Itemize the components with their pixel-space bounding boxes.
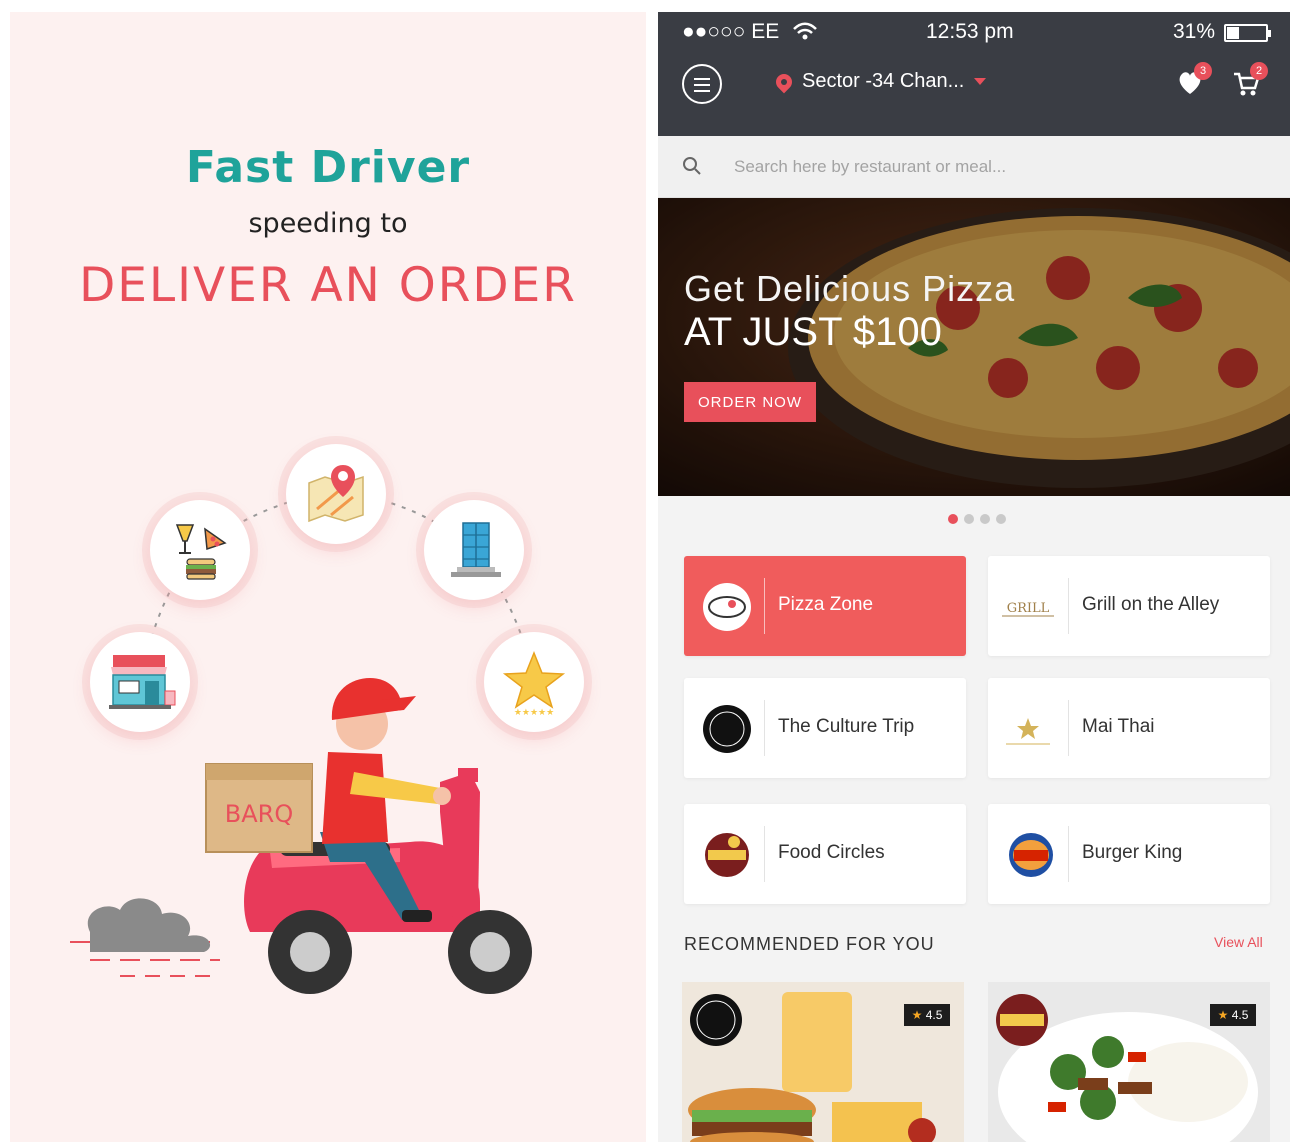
rating-value: 4.5 bbox=[925, 1008, 943, 1022]
rating-badge: ★ 4.5 bbox=[1210, 1004, 1256, 1026]
restaurant-name: Grill on the Alley bbox=[1082, 594, 1220, 615]
wifi-icon bbox=[793, 22, 817, 40]
location-pin-icon bbox=[772, 70, 796, 93]
banner-headline: Get Delicious Pizza bbox=[684, 268, 1016, 309]
chevron-down-icon bbox=[974, 78, 987, 85]
food-circles-logo bbox=[994, 992, 1050, 1048]
restaurant-name: The Culture Trip bbox=[778, 716, 915, 737]
search-icon bbox=[683, 157, 701, 175]
rating-badge: ★ 4.5 bbox=[904, 1004, 950, 1026]
carousel-dots bbox=[948, 514, 1006, 524]
location-selector[interactable]: Sector -34 Chan... bbox=[772, 70, 987, 93]
battery-percent: 31% bbox=[1173, 20, 1216, 43]
promo-panel: Fast Driver speeding to DELIVER AN ORDER bbox=[10, 12, 646, 1142]
restaurant-card-mai-thai[interactable]: Mai Thai bbox=[988, 678, 1270, 778]
star-icon: ★ bbox=[1217, 1008, 1229, 1022]
restaurant-name: Food Circles bbox=[778, 842, 885, 863]
search-input[interactable] bbox=[734, 150, 1254, 184]
carousel-dot[interactable] bbox=[980, 514, 990, 524]
battery-icon bbox=[1224, 24, 1271, 42]
wishlist-badge: 3 bbox=[1194, 62, 1212, 80]
carousel-dot[interactable] bbox=[964, 514, 974, 524]
cart-badge: 2 bbox=[1250, 62, 1268, 80]
battery-level bbox=[1227, 27, 1239, 39]
restaurant-name: Mai Thai bbox=[1082, 716, 1155, 737]
restaurant-card-burger-king[interactable]: Burger King bbox=[988, 804, 1270, 904]
cart-button[interactable]: 2 bbox=[1232, 62, 1268, 98]
card-divider bbox=[1068, 826, 1069, 882]
mai-thai-logo bbox=[998, 704, 1058, 754]
menu-icon-line bbox=[694, 84, 710, 86]
app-header: ●●○○○ EE 12:53 pm 31% Sector -34 Chan... bbox=[658, 12, 1290, 136]
card-divider bbox=[764, 700, 765, 756]
restaurant-card-pizza-zone[interactable]: Pizza Zone bbox=[684, 556, 966, 656]
restaurant-card-food-circles[interactable]: Food Circles bbox=[684, 804, 966, 904]
carousel-dot[interactable] bbox=[948, 514, 958, 524]
rating-value: 4.5 bbox=[1231, 1008, 1249, 1022]
culture-trip-logo bbox=[702, 704, 752, 754]
search-bar bbox=[658, 136, 1290, 198]
view-all-link[interactable]: View All bbox=[1214, 934, 1263, 950]
burger-king-logo bbox=[1006, 830, 1056, 880]
menu-icon bbox=[694, 78, 710, 80]
card-divider bbox=[1068, 578, 1069, 634]
delivery-rider-illustration bbox=[87, 678, 532, 994]
menu-button[interactable] bbox=[682, 64, 722, 104]
pizza-zone-logo bbox=[702, 582, 752, 632]
order-now-button[interactable]: ORDER NOW bbox=[684, 382, 816, 422]
food-circles-logo bbox=[702, 830, 752, 880]
grill-on-the-alley-logo: GRILL bbox=[998, 582, 1058, 632]
status-bar: ●●○○○ EE 12:53 pm 31% bbox=[658, 16, 1290, 46]
wishlist-button[interactable]: 3 bbox=[1176, 62, 1212, 98]
card-divider bbox=[764, 826, 765, 882]
recommended-card[interactable]: ★ 4.5 bbox=[682, 982, 964, 1142]
culture-trip-logo bbox=[688, 992, 744, 1048]
restaurant-card-grill-on-the-alley[interactable]: GRILL Grill on the Alley bbox=[988, 556, 1270, 656]
promo-banner[interactable]: Get Delicious Pizza AT JUST $100 ORDER N… bbox=[658, 198, 1290, 496]
card-divider bbox=[1068, 700, 1069, 756]
star-icon: ★ bbox=[911, 1008, 923, 1022]
banner-price: AT JUST $100 bbox=[684, 310, 942, 354]
recommended-heading: RECOMMENDED FOR YOU bbox=[684, 934, 935, 954]
svg-text:GRILL: GRILL bbox=[1007, 601, 1050, 616]
card-divider bbox=[764, 578, 765, 634]
location-label: Sector -34 Chan... bbox=[802, 70, 965, 92]
phone-screen: ●●○○○ EE 12:53 pm 31% Sector -34 Chan... bbox=[658, 12, 1290, 1142]
box-label: BARQ bbox=[224, 800, 294, 828]
recommended-card[interactable]: ★ 4.5 bbox=[988, 982, 1270, 1142]
carousel-dot[interactable] bbox=[996, 514, 1006, 524]
restaurant-name: Pizza Zone bbox=[778, 594, 874, 615]
restaurant-name: Burger King bbox=[1082, 842, 1183, 863]
carrier-label: ●●○○○ EE bbox=[682, 20, 780, 43]
menu-icon-line bbox=[694, 90, 710, 92]
status-time: 12:53 pm bbox=[926, 20, 1014, 43]
restaurant-card-the-culture-trip[interactable]: The Culture Trip bbox=[684, 678, 966, 778]
